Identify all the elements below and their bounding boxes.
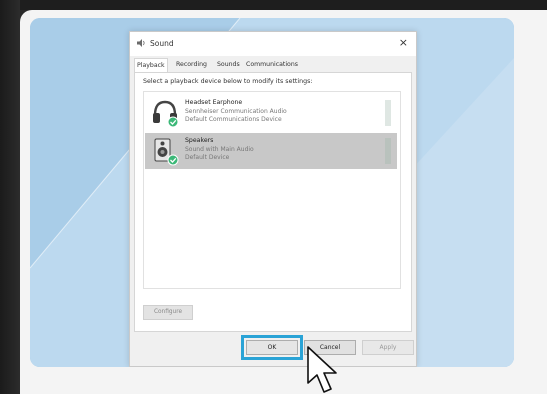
device-name: Headset Earphone [185, 99, 243, 106]
apply-button[interactable]: Apply [362, 340, 414, 355]
background-bar [0, 0, 547, 10]
speaker-icon [137, 39, 145, 47]
headset-icon [153, 100, 179, 128]
device-item-speakers[interactable]: Speakers Sound with Main Audio Default D… [145, 133, 397, 169]
background-edge [0, 0, 20, 394]
device-status: Default Device [185, 154, 230, 161]
ok-button[interactable]: OK [241, 335, 303, 360]
device-list: Headset Earphone Sennheiser Communicatio… [143, 91, 401, 289]
device-description: Sound with Main Audio [185, 146, 254, 153]
level-meter [385, 138, 391, 164]
device-description: Sennheiser Communication Audio [185, 108, 287, 115]
tab-communications[interactable]: Communications [244, 58, 300, 72]
tab-sounds[interactable]: Sounds [215, 58, 242, 72]
illustration-panel: Sound × Playback Recording Sounds Commun… [30, 18, 514, 367]
close-icon[interactable]: × [399, 36, 408, 50]
speaker-device-icon [154, 138, 179, 166]
tab-playback[interactable]: Playback [134, 58, 168, 73]
dialog-title: Sound [150, 39, 174, 48]
sound-dialog: Sound × Playback Recording Sounds Commun… [129, 31, 417, 367]
instruction-text: Select a playback device below to modify… [143, 78, 313, 85]
device-name: Speakers [185, 137, 214, 144]
title-bar: Sound × [130, 32, 416, 56]
tab-recording[interactable]: Recording [174, 58, 209, 72]
configure-button[interactable]: Configure [143, 305, 193, 320]
device-status: Default Communications Device [185, 116, 282, 123]
mouse-cursor-icon [307, 346, 337, 393]
device-item-headset[interactable]: Headset Earphone Sennheiser Communicatio… [145, 95, 397, 131]
level-meter [385, 100, 391, 126]
tab-content: Select a playback device below to modify… [134, 72, 412, 332]
